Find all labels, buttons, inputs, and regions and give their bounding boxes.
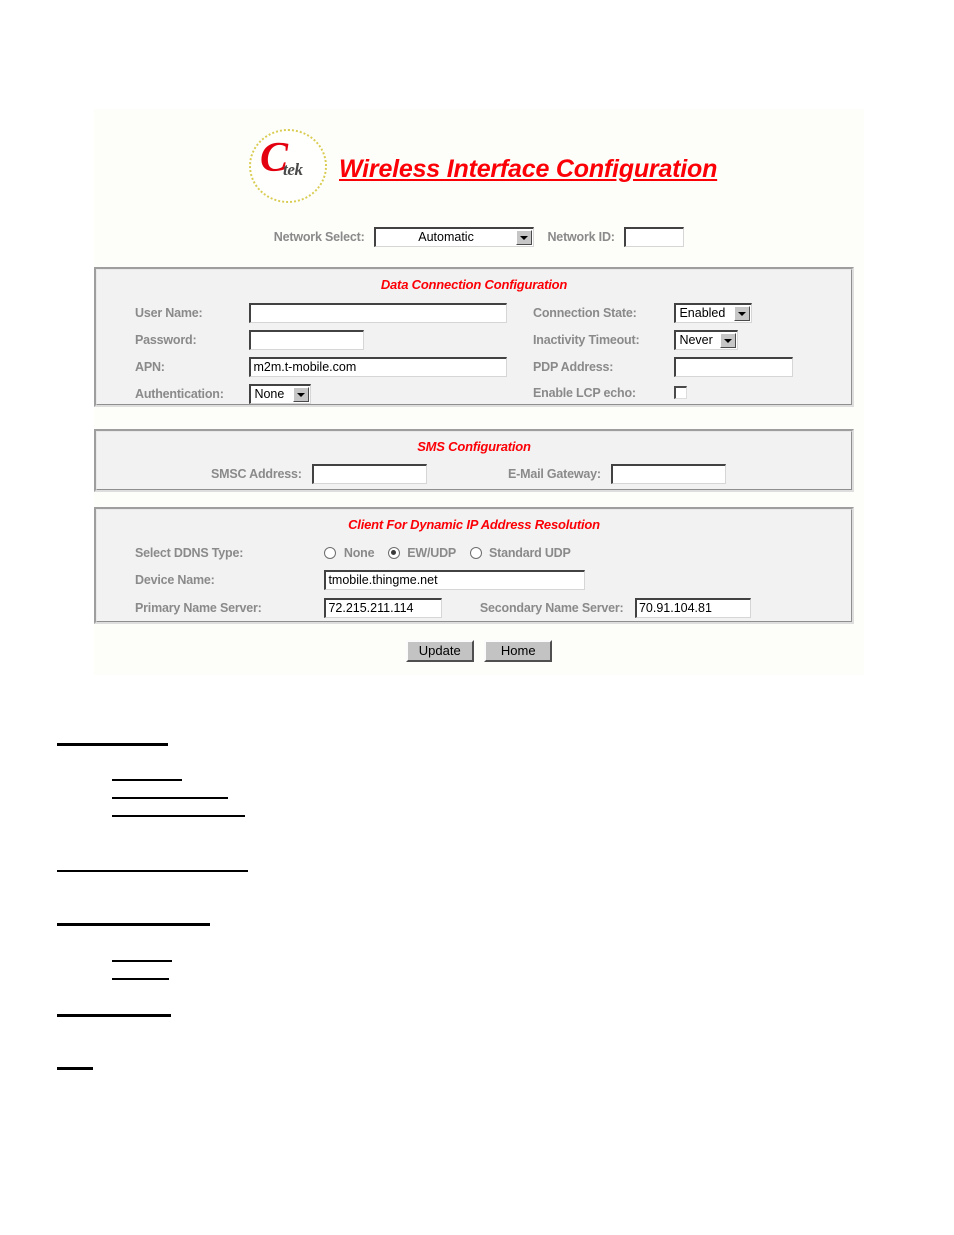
enable-lcp-echo-checkbox[interactable] xyxy=(674,386,688,400)
authentication-label: Authentication: xyxy=(135,387,224,402)
authentication-dropdown[interactable]: None xyxy=(249,384,312,404)
ddns-section: Client For Dynamic IP Address Resolution… xyxy=(94,507,854,624)
apn-input[interactable]: m2m.t-mobile.com xyxy=(249,357,508,377)
inactivity-timeout-row: Inactivity Timeout: Never xyxy=(533,330,739,350)
data-connection-title: Data Connection Configuration xyxy=(380,277,568,292)
device-name-input[interactable]: tmobile.thingme.net xyxy=(324,570,586,590)
secondary-name-server-input[interactable]: 70.91.104.81 xyxy=(634,598,751,618)
primary-name-server-label: Primary Name Server: xyxy=(135,601,262,616)
ddns-type-none-label: None xyxy=(343,546,375,560)
redacted-rule xyxy=(112,815,245,817)
network-select-row: Network Select: Automatic Network ID: xyxy=(94,227,864,247)
ddns-title: Client For Dynamic IP Address Resolution xyxy=(348,517,600,532)
redacted-rule xyxy=(112,978,169,980)
inactivity-timeout-dropdown[interactable]: Never xyxy=(674,330,739,350)
connection-state-row: Connection State: Enabled xyxy=(533,303,753,323)
redacted-rule xyxy=(112,779,182,781)
network-select-label: Network Select: xyxy=(273,230,365,245)
connection-state-value: Enabled xyxy=(679,306,726,320)
page-title: Wireless Interface Configuration xyxy=(339,155,718,183)
ctek-logo: C tek xyxy=(249,129,331,207)
sms-title: SMS Configuration xyxy=(417,439,531,454)
ddns-type-none-radio[interactable] xyxy=(324,546,337,559)
primary-name-server-row: Primary Name Server: 72.215.211.114 Seco… xyxy=(135,598,751,618)
email-gateway-row: E-Mail Gateway: xyxy=(508,464,727,484)
user-name-input[interactable] xyxy=(249,303,508,323)
logo-text-tek: tek xyxy=(283,160,303,179)
smsc-address-label: SMSC Address: xyxy=(211,467,302,482)
home-button[interactable]: Home xyxy=(484,640,553,662)
authentication-row: Authentication: None xyxy=(135,384,312,404)
secondary-name-server-label: Secondary Name Server: xyxy=(479,601,624,616)
apn-label: APN: xyxy=(135,360,165,375)
enable-lcp-echo-row: Enable LCP echo: xyxy=(533,384,688,402)
email-gateway-input[interactable] xyxy=(611,464,727,484)
password-row: Password: xyxy=(135,330,365,350)
action-button-row: Update Home xyxy=(94,640,864,662)
smsc-address-row: SMSC Address: xyxy=(211,464,428,484)
pdp-address-input[interactable] xyxy=(674,357,794,377)
user-name-row: User Name: xyxy=(135,303,508,323)
ddns-type-row: Select DDNS Type: None EW/UDP Standard U… xyxy=(135,544,571,562)
network-select-dropdown[interactable]: Automatic xyxy=(374,227,535,247)
chevron-down-icon[interactable] xyxy=(293,387,310,402)
password-label: Password: xyxy=(135,333,197,348)
enable-lcp-echo-label: Enable LCP echo: xyxy=(533,386,636,400)
ddns-type-standard-radio[interactable] xyxy=(469,546,482,559)
apn-row: APN: m2m.t-mobile.com xyxy=(135,357,508,377)
pdp-address-row: PDP Address: xyxy=(533,357,794,377)
connection-state-dropdown[interactable]: Enabled xyxy=(674,303,753,323)
redacted-rule xyxy=(112,960,172,962)
authentication-value: None xyxy=(254,387,285,401)
redacted-rule xyxy=(57,923,210,926)
ddns-type-standard-label: Standard UDP xyxy=(488,546,571,560)
device-name-row: Device Name: tmobile.thingme.net xyxy=(135,570,586,590)
user-name-label: User Name: xyxy=(135,306,203,321)
page-header: C tek Wireless Interface Configuration xyxy=(94,109,864,214)
smsc-address-input[interactable] xyxy=(312,464,428,484)
network-id-input[interactable] xyxy=(624,227,685,247)
inactivity-timeout-label: Inactivity Timeout: xyxy=(533,333,640,348)
network-select-value: Automatic xyxy=(418,230,474,244)
network-id-label: Network ID: xyxy=(547,230,615,245)
configuration-panel: C tek Wireless Interface Configuration N… xyxy=(94,109,864,675)
redacted-rule xyxy=(57,870,248,872)
ddns-type-ewudp-label: EW/UDP xyxy=(407,546,457,560)
update-button[interactable]: Update xyxy=(405,640,474,662)
redacted-rule xyxy=(112,797,228,799)
primary-name-server-input[interactable]: 72.215.211.114 xyxy=(324,598,443,618)
ddns-type-label: Select DDNS Type: xyxy=(135,546,244,560)
redacted-rule xyxy=(57,743,168,746)
pdp-address-label: PDP Address: xyxy=(533,360,614,375)
chevron-down-icon[interactable] xyxy=(720,333,737,348)
redacted-rule xyxy=(57,1067,93,1070)
data-connection-section: Data Connection Configuration User Name:… xyxy=(94,267,854,407)
chevron-down-icon[interactable] xyxy=(516,230,533,245)
sms-section: SMS Configuration SMSC Address: E-Mail G… xyxy=(94,429,854,492)
redacted-rule xyxy=(57,1014,171,1017)
connection-state-label: Connection State: xyxy=(533,306,637,321)
email-gateway-label: E-Mail Gateway: xyxy=(508,467,601,482)
ddns-type-ewudp-radio[interactable] xyxy=(387,546,400,559)
chevron-down-icon[interactable] xyxy=(734,306,751,321)
password-input[interactable] xyxy=(249,330,365,350)
inactivity-timeout-value: Never xyxy=(679,333,713,347)
device-name-label: Device Name: xyxy=(135,573,215,588)
